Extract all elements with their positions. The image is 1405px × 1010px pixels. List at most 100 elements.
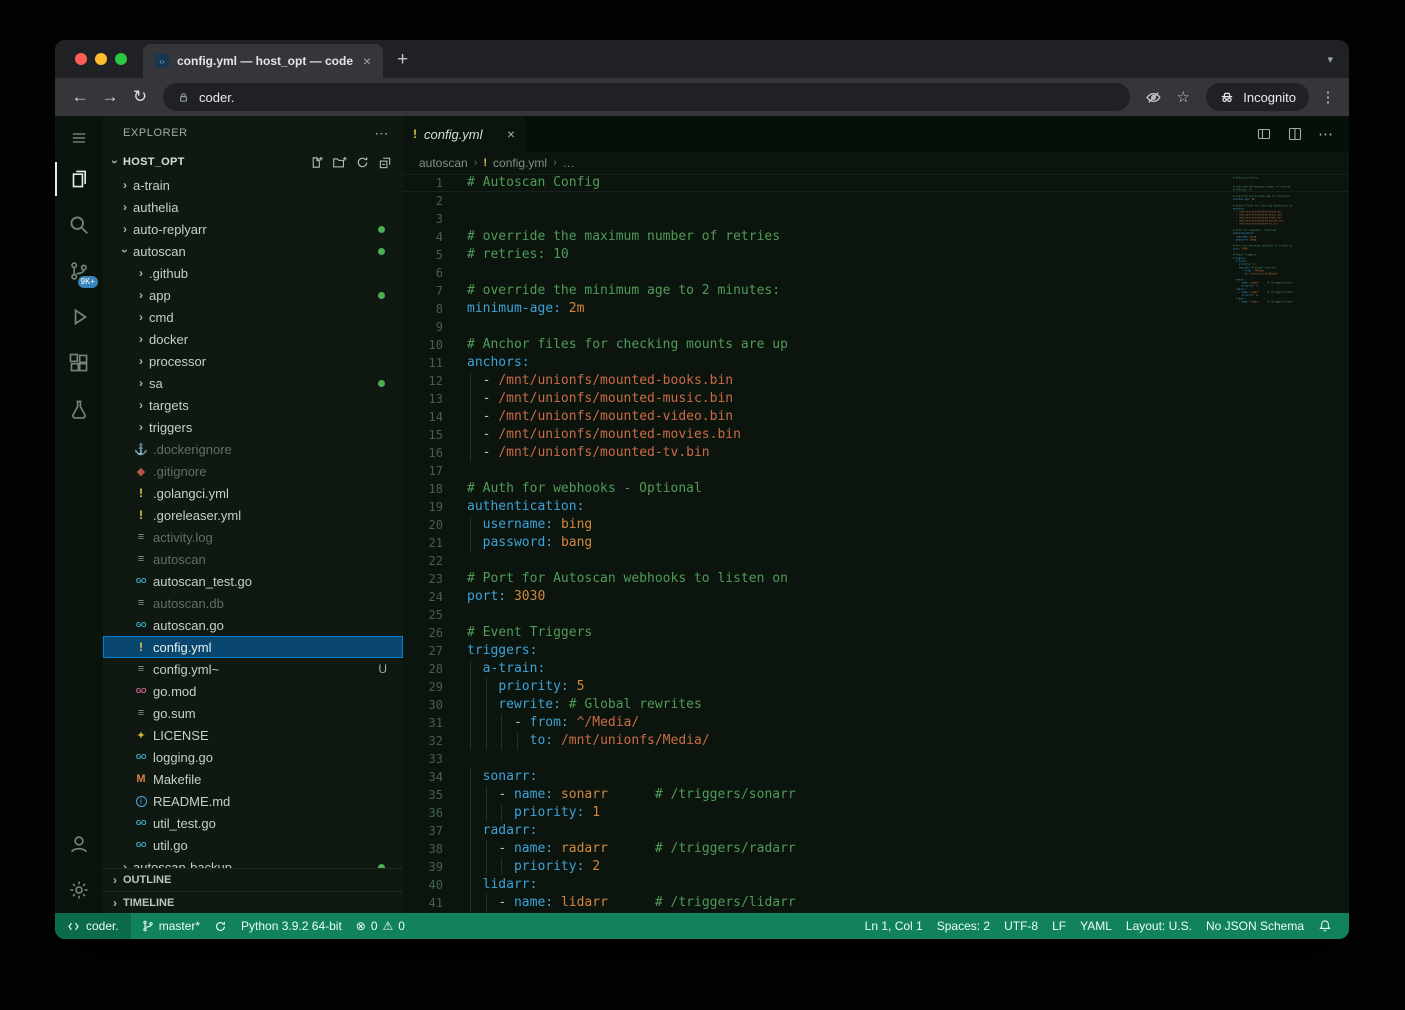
extensions-icon[interactable] <box>55 340 103 386</box>
tree-item[interactable]: ›docker <box>103 328 403 350</box>
source-control-icon[interactable]: 9K+ <box>55 248 103 294</box>
code-line[interactable]: 33 <box>403 750 1349 768</box>
testing-beaker-icon[interactable] <box>55 386 103 432</box>
site-lock-icon[interactable] <box>177 91 190 104</box>
editor-tab-close-icon[interactable]: × <box>507 126 515 142</box>
code-line[interactable]: 4# override the maximum number of retrie… <box>403 228 1349 246</box>
tab-close-icon[interactable]: × <box>361 52 373 70</box>
collapse-all-icon[interactable] <box>378 155 393 170</box>
tree-item[interactable]: GOlogging.go <box>103 746 403 768</box>
python-version-item[interactable]: Python 3.9.2 64-bit <box>234 919 349 933</box>
tree-item[interactable]: ›auto-replyarr <box>103 218 403 240</box>
browser-tab[interactable]: ‹› config.yml — host_opt — code × <box>143 44 383 78</box>
code-line[interactable]: 21 password: bang <box>403 534 1349 552</box>
language-mode-item[interactable]: YAML <box>1073 919 1119 933</box>
code-line[interactable]: 26# Event Triggers <box>403 624 1349 642</box>
tree-item[interactable]: GOgo.mod <box>103 680 403 702</box>
code-line[interactable]: 6 <box>403 264 1349 282</box>
reload-button[interactable]: ↻ <box>125 82 155 112</box>
tracking-protection-eye-icon[interactable] <box>1138 82 1168 112</box>
tree-item[interactable]: GOautoscan_test.go <box>103 570 403 592</box>
encoding-item[interactable]: UTF-8 <box>997 919 1045 933</box>
code-line[interactable]: 1# Autoscan Config <box>403 174 1349 192</box>
code-line[interactable]: 13 - /mnt/unionfs/mounted-music.bin <box>403 390 1349 408</box>
tree-item[interactable]: ≡go.sum <box>103 702 403 724</box>
tree-item[interactable]: GOautoscan.go <box>103 614 403 636</box>
new-folder-icon[interactable] <box>332 155 347 170</box>
more-actions-icon[interactable]: ⋯ <box>1318 125 1333 143</box>
tree-item[interactable]: ≡config.yml~U <box>103 658 403 680</box>
problems-item[interactable]: ⊗ 0 ⚠ 0 <box>349 919 412 933</box>
tree-item[interactable]: ›sa <box>103 372 403 394</box>
code-line[interactable]: 18# Auth for webhooks - Optional <box>403 480 1349 498</box>
run-debug-icon[interactable] <box>55 294 103 340</box>
code-line[interactable]: 34 sonarr: <box>403 768 1349 786</box>
code-line[interactable]: 27triggers: <box>403 642 1349 660</box>
menu-icon[interactable] <box>55 120 103 156</box>
code-line[interactable]: 24port: 3030 <box>403 588 1349 606</box>
indentation-item[interactable]: Spaces: 2 <box>930 919 997 933</box>
minimap[interactable]: # Autoscan Config# override the maximum … <box>1233 176 1305 913</box>
toggle-layout-icon[interactable] <box>1256 126 1272 142</box>
tab-strip-chevron-icon[interactable]: ▾ <box>1327 53 1333 66</box>
tree-item[interactable]: ›a-train <box>103 174 403 196</box>
forward-button[interactable]: → <box>95 82 125 112</box>
code-line[interactable]: 15 - /mnt/unionfs/mounted-movies.bin <box>403 426 1349 444</box>
split-editor-icon[interactable] <box>1287 126 1303 142</box>
minimize-window-button[interactable] <box>95 53 107 65</box>
explorer-more-icon[interactable]: ⋯ <box>374 125 389 142</box>
git-branch-item[interactable]: master* <box>135 919 207 933</box>
tree-item[interactable]: iREADME.md <box>103 790 403 812</box>
code-line[interactable]: 31 - from: ^/Media/ <box>403 714 1349 732</box>
code-editor[interactable]: 1# Autoscan Config234# override the maxi… <box>403 174 1349 913</box>
code-line[interactable]: 5# retries: 10 <box>403 246 1349 264</box>
back-button[interactable]: ← <box>65 82 95 112</box>
tree-item[interactable]: ⚓.dockerignore <box>103 438 403 460</box>
tree-item[interactable]: !config.yml <box>103 636 403 658</box>
tree-item[interactable]: ≡activity.log <box>103 526 403 548</box>
tree-item[interactable]: ✦LICENSE <box>103 724 403 746</box>
code-line[interactable]: 8minimum-age: 2m <box>403 300 1349 318</box>
workspace-section-header[interactable]: › HOST_OPT <box>103 150 403 174</box>
eol-item[interactable]: LF <box>1045 919 1073 933</box>
code-line[interactable]: 23# Port for Autoscan webhooks to listen… <box>403 570 1349 588</box>
cursor-position-item[interactable]: Ln 1, Col 1 <box>858 919 930 933</box>
breadcrumb-file[interactable]: config.yml <box>493 156 547 170</box>
keyboard-layout-item[interactable]: Layout: U.S. <box>1119 919 1199 933</box>
breadcrumb-more[interactable]: … <box>563 156 575 170</box>
code-line[interactable]: 30 rewrite: # Global rewrites <box>403 696 1349 714</box>
code-line[interactable]: 36 priority: 1 <box>403 804 1349 822</box>
tree-item[interactable]: ◆.gitignore <box>103 460 403 482</box>
tree-item[interactable]: ›app <box>103 284 403 306</box>
code-line[interactable]: 14 - /mnt/unionfs/mounted-video.bin <box>403 408 1349 426</box>
tree-item[interactable]: ≡autoscan.db <box>103 592 403 614</box>
code-line[interactable]: 10# Anchor files for checking mounts are… <box>403 336 1349 354</box>
tree-item[interactable]: ≡autoscan <box>103 548 403 570</box>
refresh-icon[interactable] <box>355 155 370 170</box>
code-line[interactable]: 22 <box>403 552 1349 570</box>
tree-item[interactable]: ›triggers <box>103 416 403 438</box>
code-line[interactable]: 39 priority: 2 <box>403 858 1349 876</box>
tree-item[interactable]: ›.github <box>103 262 403 284</box>
tree-item[interactable]: MMakefile <box>103 768 403 790</box>
timeline-section[interactable]: › TIMELINE <box>103 891 403 913</box>
code-line[interactable]: 16 - /mnt/unionfs/mounted-tv.bin <box>403 444 1349 462</box>
search-icon[interactable] <box>55 202 103 248</box>
explorer-icon[interactable] <box>55 156 103 202</box>
address-bar[interactable]: coder. <box>163 83 1130 111</box>
tree-item[interactable]: ›processor <box>103 350 403 372</box>
code-line[interactable]: 9 <box>403 318 1349 336</box>
tree-item[interactable]: ›targets <box>103 394 403 416</box>
code-line[interactable]: 37 radarr: <box>403 822 1349 840</box>
code-line[interactable]: 35 - name: sonarr # /triggers/sonarr <box>403 786 1349 804</box>
code-line[interactable]: 12 - /mnt/unionfs/mounted-books.bin <box>403 372 1349 390</box>
code-line[interactable]: 2 <box>403 192 1349 210</box>
breadcrumb-folder[interactable]: autoscan <box>419 156 468 170</box>
settings-gear-icon[interactable] <box>55 867 103 913</box>
tree-item[interactable]: ›autoscan <box>103 240 403 262</box>
code-line[interactable]: 17 <box>403 462 1349 480</box>
code-line[interactable]: 40 lidarr: <box>403 876 1349 894</box>
editor-tab[interactable]: ! config.yml × <box>403 116 525 152</box>
code-line[interactable]: 38 - name: radarr # /triggers/radarr <box>403 840 1349 858</box>
tree-item[interactable]: !.goreleaser.yml <box>103 504 403 526</box>
